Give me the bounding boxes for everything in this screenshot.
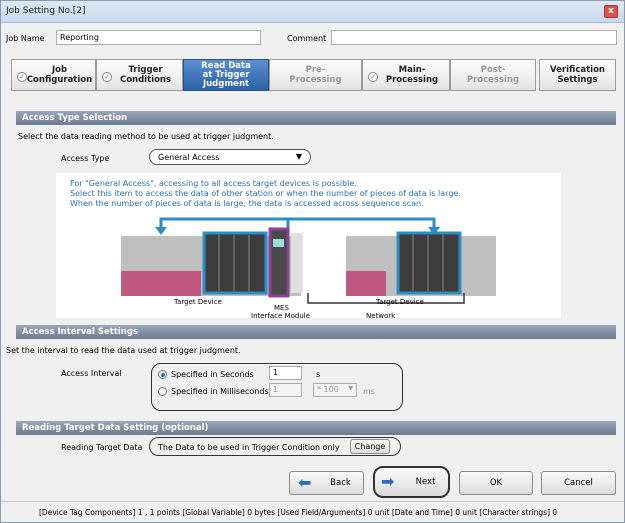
step-trigger-conditions[interactable]: ✓ Trigger Conditions — [96, 59, 183, 91]
job-setting-window: Job Setting No.[2] x Job Name Reporting … — [0, 0, 625, 523]
step-verification-settings[interactable]: Verification Settings — [539, 59, 616, 91]
access-type-section-header: Access Type Selection — [16, 111, 616, 125]
power-unit — [291, 233, 303, 293]
step-main-processing[interactable]: ✓ Main- Processing — [362, 59, 450, 91]
dropdown-arrow-icon: ▼ — [348, 385, 353, 392]
back-button[interactable]: ⬅ Back — [289, 471, 364, 495]
milliseconds-multiplier-select[interactable]: * 100 ▼ — [313, 383, 357, 397]
status-bar: [Device Tag Components] 1 , 1 points [Gl… — [1, 501, 624, 522]
milliseconds-radio-label: Specified in Milliseconds — [171, 387, 269, 396]
next-arrow-icon: ➡ — [381, 472, 395, 491]
check-icon: ✓ — [368, 72, 378, 82]
window-title: Job Setting No.[2] — [6, 6, 86, 16]
access-type-description: Select the data reading method to be use… — [18, 132, 274, 141]
check-icon: ✓ — [17, 72, 27, 82]
step-pre-processing[interactable]: Pre- Processing — [269, 59, 362, 91]
job-name-label: Job Name — [6, 34, 45, 43]
seconds-radio-label: Specified in Seconds — [171, 370, 254, 379]
next-button[interactable]: ➡ Next — [373, 466, 450, 498]
right-target-device-label: Target Device — [376, 298, 424, 306]
reading-target-section-header: Reading Target Data Setting (optional) — [16, 421, 616, 435]
left-target-device — [202, 231, 268, 295]
left-rack-accent — [121, 271, 201, 296]
comment-label: Comment — [287, 34, 327, 43]
wizard-steps: ✓ Job Configuration ✓ Trigger Conditions R… — [11, 59, 616, 95]
interval-section-header: Access Interval Settings — [16, 325, 616, 339]
milliseconds-input[interactable]: 1 — [269, 383, 302, 397]
seconds-input[interactable]: 1 — [269, 366, 302, 380]
dropdown-arrow-icon: ▼ — [295, 152, 302, 161]
cancel-button[interactable]: Cancel — [541, 471, 616, 495]
seconds-unit: s — [316, 370, 321, 379]
step-read-data-at-trigger-judgment[interactable]: Read Data at Trigger Judgment — [183, 59, 269, 91]
seconds-radio[interactable] — [158, 370, 167, 379]
left-target-device-label: Target Device — [174, 298, 222, 306]
milliseconds-unit: ms — [363, 387, 375, 396]
step-post-processing[interactable]: Post- Processing — [450, 59, 536, 91]
back-arrow-icon: ⬅ — [298, 473, 312, 492]
right-target-device — [396, 231, 462, 295]
job-row: Job Name Reporting Comment — [1, 29, 624, 49]
interval-description: Set the interval to read the data used a… — [6, 346, 241, 355]
network-label: Network — [366, 312, 396, 320]
step-job-configuration[interactable]: ✓ Job Configuration — [11, 59, 96, 91]
change-button[interactable]: Change — [350, 439, 390, 454]
title-bar: Job Setting No.[2] x — [1, 1, 624, 23]
ok-button[interactable]: OK — [459, 471, 533, 495]
job-name-field[interactable]: Reporting — [56, 30, 261, 45]
interface-module-label: Interface Module — [251, 312, 311, 320]
arrow-head-left — [155, 227, 167, 235]
access-type-select[interactable]: General Access ▼ — [149, 149, 311, 165]
milliseconds-radio[interactable] — [158, 387, 167, 396]
mes-label: MES — [274, 304, 289, 312]
access-diagram: For "General Access", accessing to all a… — [56, 173, 561, 320]
close-button[interactable]: x — [604, 5, 618, 18]
reading-target-label: Reading Target Data — [61, 443, 143, 452]
check-icon: ✓ — [102, 72, 112, 82]
right-rack-accent — [346, 271, 386, 296]
comment-field[interactable] — [331, 30, 617, 45]
access-type-label: Access Type — [61, 154, 110, 163]
reading-target-value: The Data to be used in Trigger Condition… — [158, 443, 340, 452]
access-interval-label: Access Interval — [61, 369, 122, 378]
network-diagram — [121, 217, 496, 304]
